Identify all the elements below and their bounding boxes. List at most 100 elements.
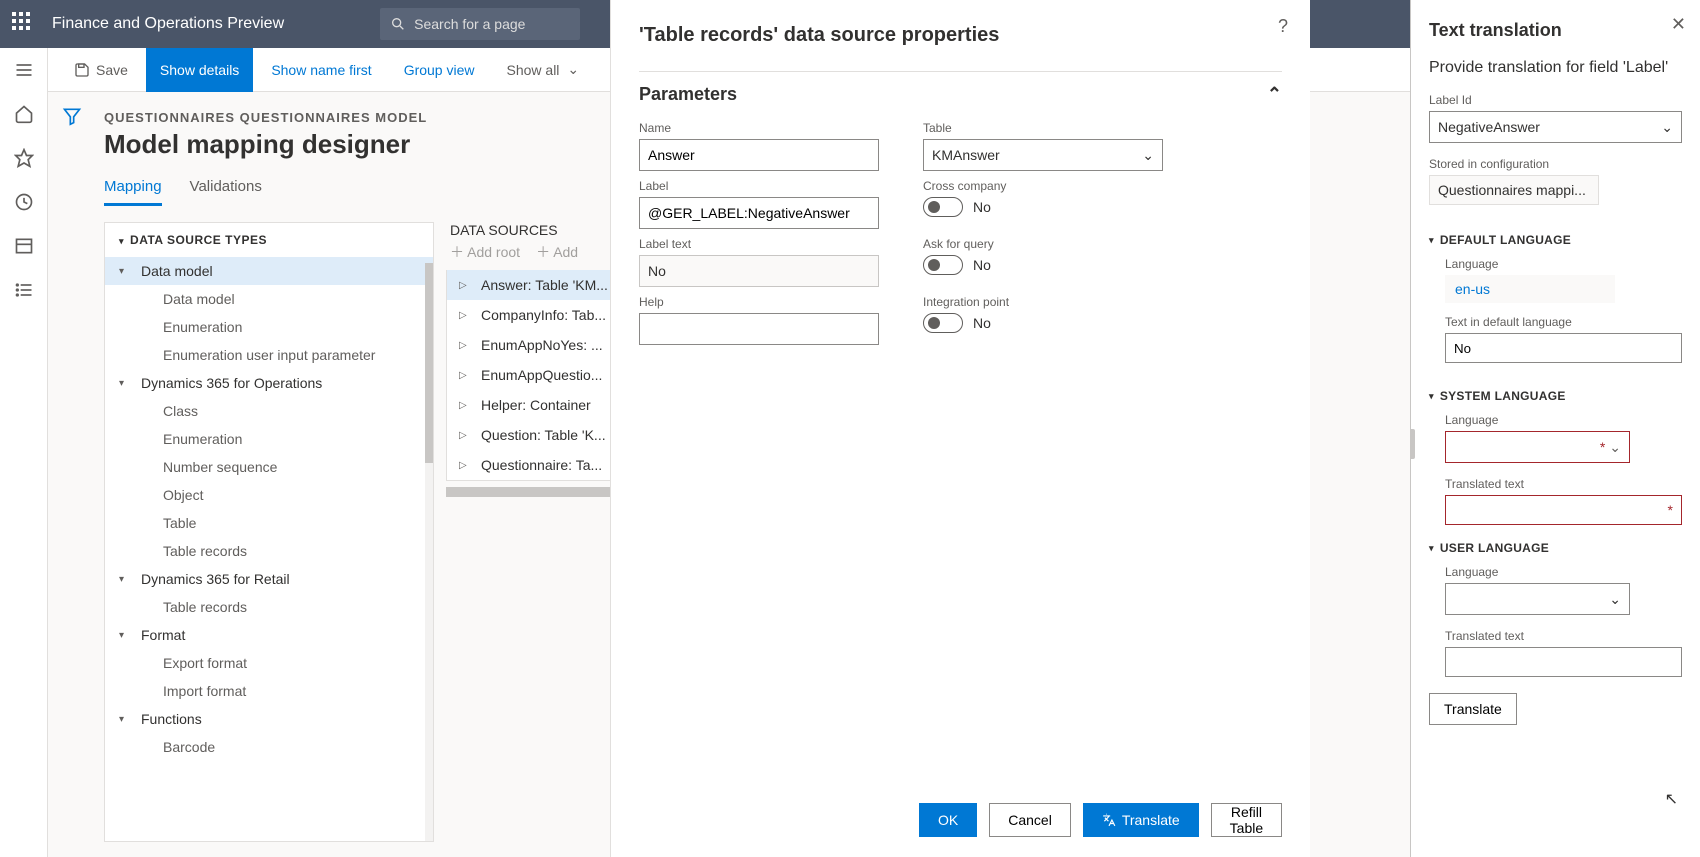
save-button[interactable]: Save [60, 48, 142, 92]
tree-item[interactable]: Table records [105, 593, 433, 621]
system-translated-input[interactable] [1445, 495, 1682, 525]
parameters-section-header[interactable]: Parameters ⌃ [639, 71, 1282, 117]
group-view-button[interactable]: Group view [390, 48, 489, 92]
tree-item[interactable]: Enumeration [105, 425, 433, 453]
tab-validations[interactable]: Validations [190, 178, 262, 206]
ask-for-query-toggle[interactable] [923, 255, 963, 275]
default-language-section[interactable]: ▾DEFAULT LANGUAGE [1429, 233, 1682, 247]
name-label: Name [639, 121, 879, 135]
stored-in-value: Questionnaires mappi... [1429, 175, 1599, 205]
tree-item[interactable]: Export format [105, 649, 433, 677]
toggle-value: No [973, 257, 991, 273]
tree-item-label: Export format [163, 655, 247, 671]
chevron-down-icon: ⌄ [1661, 119, 1673, 136]
resize-handle[interactable] [1410, 429, 1415, 459]
tree-item-label: Functions [141, 711, 202, 727]
home-icon[interactable] [14, 104, 34, 124]
translate-icon [1102, 813, 1116, 827]
filter-icon[interactable] [62, 106, 82, 126]
help-label: Help [639, 295, 879, 309]
close-icon[interactable]: ✕ [1671, 14, 1686, 35]
user-translated-input[interactable] [1445, 647, 1682, 677]
ok-button[interactable]: OK [919, 803, 977, 837]
integration-point-toggle[interactable] [923, 313, 963, 333]
translation-subtitle: Provide translation for field 'Label' [1429, 59, 1682, 77]
app-launcher-icon[interactable] [12, 12, 36, 36]
name-input[interactable] [639, 139, 879, 171]
add-button[interactable]: ＋ Add [536, 242, 578, 262]
refill-table-button[interactable]: Refill Table [1211, 803, 1282, 837]
tree-item[interactable]: Enumeration user input parameter [105, 341, 433, 369]
tree-item[interactable]: ▾Data model [105, 257, 433, 285]
app-title: Finance and Operations Preview [52, 15, 284, 33]
user-language-select[interactable]: ⌄ [1445, 583, 1630, 615]
scrollbar-vertical[interactable] [425, 263, 433, 841]
user-language-section[interactable]: ▾USER LANGUAGE [1429, 541, 1682, 555]
label-id-select[interactable]: NegativeAnswer ⌄ [1429, 111, 1682, 143]
show-all-button[interactable]: Show all ⌄ [493, 48, 594, 92]
tree-item[interactable]: Number sequence [105, 453, 433, 481]
module-icon[interactable] [14, 236, 34, 256]
data-source-types-tree: ▾Data modelData modelEnumerationEnumerat… [105, 257, 433, 769]
tree-item[interactable]: ▾Dynamics 365 for Retail [105, 565, 433, 593]
system-language-select[interactable]: * ⌄ [1445, 431, 1630, 463]
label-label: Label [639, 179, 879, 193]
chevron-down-icon: ⌄ [1609, 591, 1621, 608]
tree-item[interactable]: Object [105, 481, 433, 509]
tree-item[interactable]: Class [105, 397, 433, 425]
tree-item[interactable]: Import format [105, 677, 433, 705]
tree-item[interactable]: ▾Format [105, 621, 433, 649]
caret-icon: ▾ [119, 378, 124, 389]
expand-icon: ▷ [459, 370, 467, 381]
data-source-label: Helper: Container [481, 397, 591, 413]
system-language-section[interactable]: ▾SYSTEM LANGUAGE [1429, 389, 1682, 403]
tree-item[interactable]: Barcode [105, 733, 433, 761]
tree-item[interactable]: Table records [105, 537, 433, 565]
caret-icon: ▾ [119, 714, 124, 725]
tree-item-label: Table records [163, 543, 247, 559]
cursor-icon: ↖ [1665, 789, 1678, 809]
cancel-button[interactable]: Cancel [989, 803, 1071, 837]
help-input[interactable] [639, 313, 879, 345]
star-icon[interactable] [14, 148, 34, 168]
clock-icon[interactable] [14, 192, 34, 212]
save-label: Save [96, 62, 128, 78]
text-default-input[interactable] [1445, 333, 1682, 363]
tree-item[interactable]: ▾ Dynamics 365 for Operations [105, 369, 433, 397]
translate-action-button[interactable]: Translate [1429, 693, 1517, 725]
list-icon[interactable] [14, 280, 34, 300]
dialog-buttons: OK Cancel Translate Refill Table [639, 803, 1282, 837]
toggle-value: No [973, 199, 991, 215]
data-source-label: EnumAppNoYes: ... [481, 337, 603, 353]
help-icon[interactable]: ? [1278, 16, 1288, 37]
tree-item-label: Table [163, 515, 196, 531]
tree-item[interactable]: Enumeration [105, 313, 433, 341]
add-root-button[interactable]: ＋ Add root [450, 242, 520, 262]
show-details-button[interactable]: Show details [146, 48, 253, 92]
data-source-label: Question: Table 'K... [481, 427, 606, 443]
chevron-down-icon: ⌄ [1142, 147, 1154, 164]
expand-icon: ▷ [459, 460, 467, 471]
tree-item-label: Dynamics 365 for Operations [141, 375, 322, 391]
tab-mapping[interactable]: Mapping [104, 178, 162, 206]
show-name-first-button[interactable]: Show name first [257, 48, 385, 92]
tree-item[interactable]: ▾ Functions [105, 705, 433, 733]
save-icon [74, 62, 90, 78]
table-select[interactable]: KMAnswer ⌄ [923, 139, 1163, 171]
label-input[interactable] [639, 197, 879, 229]
tree-item[interactable]: Data model [105, 285, 433, 313]
tree-item[interactable]: Table [105, 509, 433, 537]
search-icon [390, 16, 406, 32]
tree-item-label: Object [163, 487, 203, 503]
tree-item-label: Class [163, 403, 198, 419]
translation-title: Text translation [1429, 20, 1682, 41]
search-input[interactable]: Search for a page [380, 8, 580, 40]
chevron-up-icon: ⌃ [1267, 84, 1282, 105]
translate-button[interactable]: Translate [1083, 803, 1199, 837]
label-text-label: Label text [639, 237, 879, 251]
cross-company-toggle[interactable] [923, 197, 963, 217]
caret-icon: ▾ [119, 630, 124, 641]
menu-icon[interactable] [14, 60, 34, 80]
search-placeholder: Search for a page [414, 16, 525, 32]
expand-icon: ▷ [459, 430, 467, 441]
